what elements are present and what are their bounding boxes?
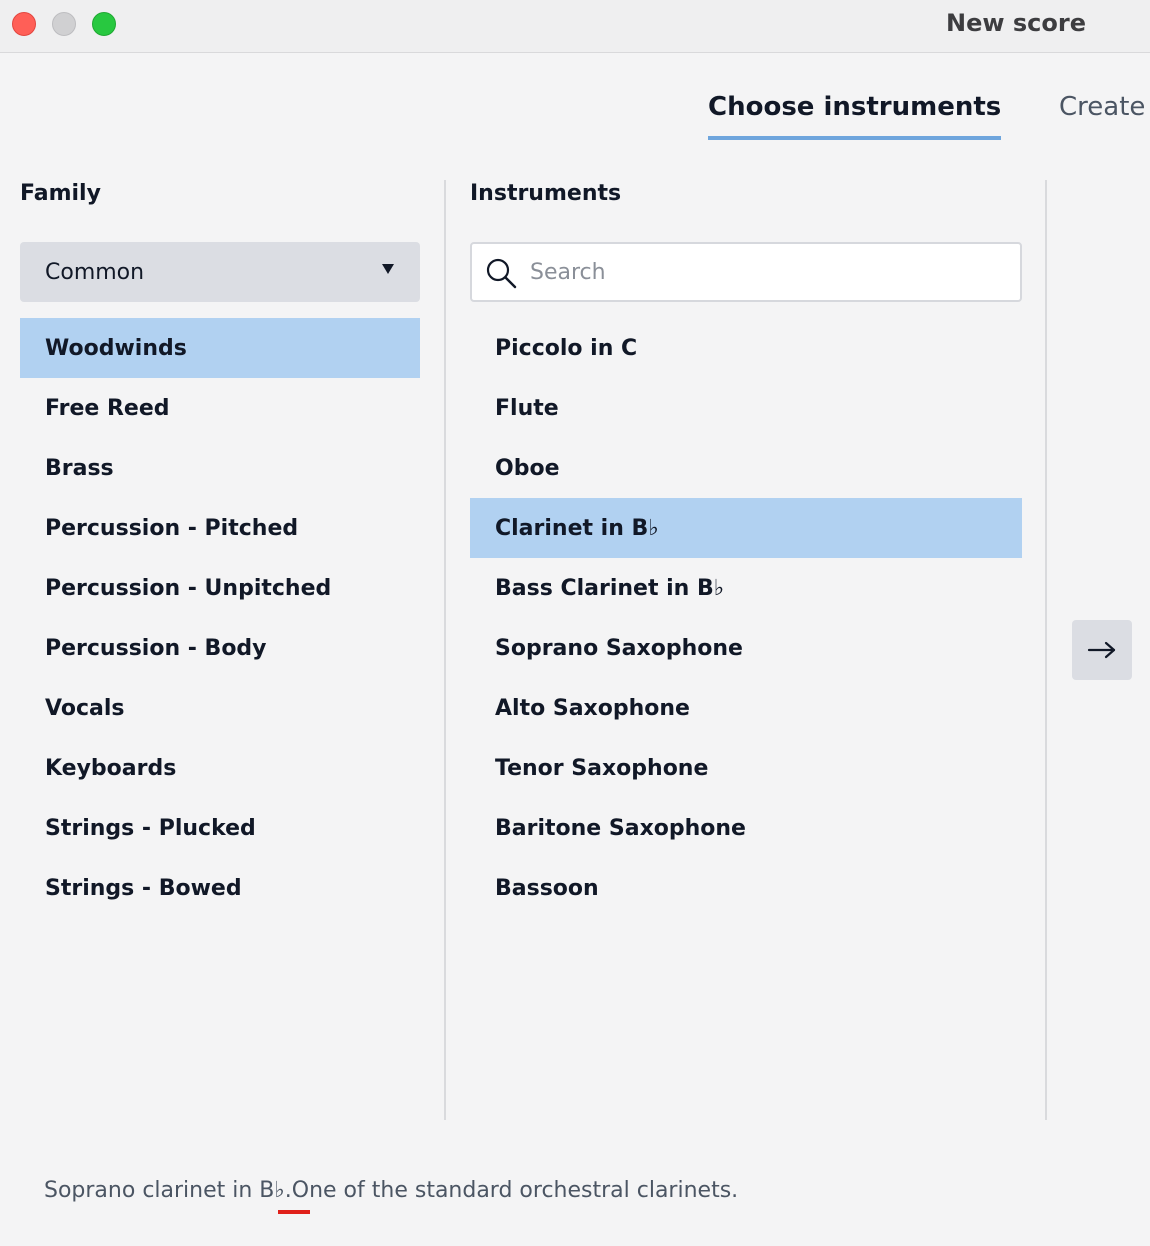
family-item-free-reed[interactable]: Free Reed xyxy=(20,378,420,438)
triangle-down-icon xyxy=(382,264,394,274)
family-item-woodwinds[interactable]: Woodwinds xyxy=(20,318,420,378)
arrow-right-icon xyxy=(1087,641,1116,659)
instrument-item-soprano-sax[interactable]: Soprano Saxophone xyxy=(470,618,1022,678)
add-instrument-button[interactable] xyxy=(1072,620,1132,680)
family-item-percussion-unpitched[interactable]: Percussion - Unpitched xyxy=(20,558,420,618)
family-item-percussion-pitched[interactable]: Percussion - Pitched xyxy=(20,498,420,558)
family-list: Woodwinds Free Reed Brass Percussion - P… xyxy=(20,318,420,918)
search-icon xyxy=(486,258,517,289)
spellcheck-underline xyxy=(278,1210,310,1214)
instrument-item-tenor-sax[interactable]: Tenor Saxophone xyxy=(470,738,1022,798)
title-bar: New score xyxy=(0,0,1150,53)
family-item-percussion-body[interactable]: Percussion - Body xyxy=(20,618,420,678)
family-item-brass[interactable]: Brass xyxy=(20,438,420,498)
tab-choose-instruments[interactable]: Choose instruments xyxy=(708,92,1002,140)
family-dropdown-value: Common xyxy=(45,259,145,285)
tab-create[interactable]: Create xyxy=(1059,92,1145,136)
family-heading: Family xyxy=(20,181,101,206)
family-item-keyboards[interactable]: Keyboards xyxy=(20,738,420,798)
family-item-vocals[interactable]: Vocals xyxy=(20,678,420,738)
family-item-strings-bowed[interactable]: Strings - Bowed xyxy=(20,858,420,918)
minimize-window-button[interactable] xyxy=(52,12,76,36)
maximize-window-button[interactable] xyxy=(92,12,116,36)
column-divider xyxy=(1045,180,1047,1120)
family-item-strings-plucked[interactable]: Strings - Plucked xyxy=(20,798,420,858)
search-input[interactable] xyxy=(530,244,1010,300)
instrument-item-piccolo[interactable]: Piccolo in C xyxy=(470,318,1022,378)
column-divider xyxy=(444,180,446,1120)
instrument-list: Piccolo in C Flute Oboe Clarinet in B♭ B… xyxy=(470,318,1022,918)
instruments-heading: Instruments xyxy=(470,181,622,206)
instrument-item-clarinet[interactable]: Clarinet in B♭ xyxy=(470,498,1022,558)
instrument-description: Soprano clarinet in B♭.One of the standa… xyxy=(44,1178,739,1203)
instrument-item-bassoon[interactable]: Bassoon xyxy=(470,858,1022,918)
instrument-item-baritone-sax[interactable]: Baritone Saxophone xyxy=(470,798,1022,858)
family-dropdown[interactable]: Common xyxy=(20,242,420,302)
window-title: New score xyxy=(945,9,1086,37)
instrument-search-box[interactable] xyxy=(470,242,1022,302)
close-window-button[interactable] xyxy=(12,12,36,36)
instrument-item-alto-sax[interactable]: Alto Saxophone xyxy=(470,678,1022,738)
instrument-item-oboe[interactable]: Oboe xyxy=(470,438,1022,498)
instrument-item-flute[interactable]: Flute xyxy=(470,378,1022,438)
instrument-item-bass-clarinet[interactable]: Bass Clarinet in B♭ xyxy=(470,558,1022,618)
